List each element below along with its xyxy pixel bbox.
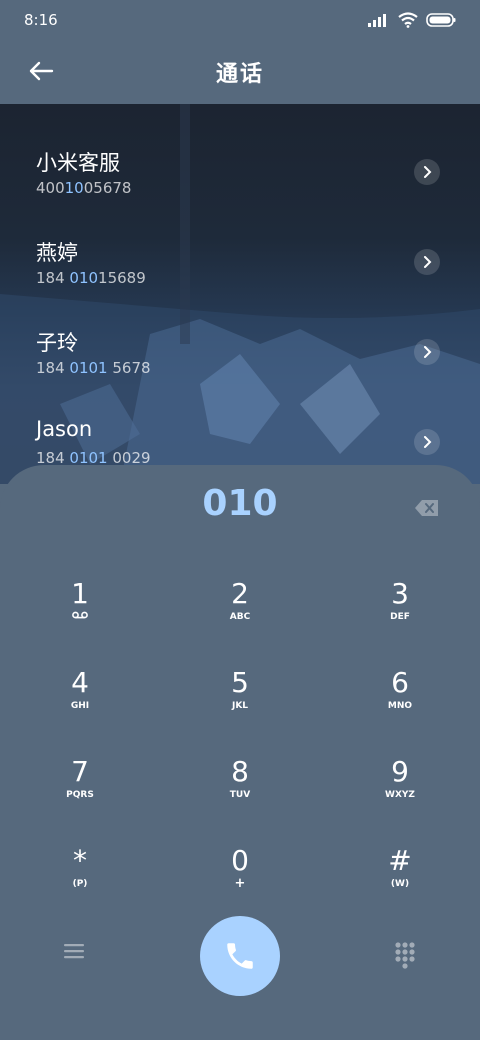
contact-detail-button[interactable] (414, 159, 440, 185)
arrow-left-icon (29, 61, 54, 81)
contact-detail-button[interactable] (414, 339, 440, 365)
chevron-right-icon (424, 256, 432, 268)
page-title: 通话 (215, 62, 264, 87)
key-hash[interactable]: # (W) (340, 832, 460, 912)
chevron-right-icon (424, 166, 432, 178)
battery-icon (426, 13, 456, 27)
dialed-number-input[interactable]: 010 (0, 483, 480, 533)
status-icons (368, 12, 456, 28)
signal-icon (368, 14, 386, 27)
contact-row[interactable]: 子玲 184 0101 5678 (0, 299, 480, 389)
key-4[interactable]: 4 GHI (20, 654, 140, 734)
key-7[interactable]: 7 PQRS (20, 743, 140, 823)
contact-name: Jason (36, 417, 93, 441)
keypad-icon (395, 942, 415, 969)
phone-icon (227, 943, 253, 969)
backspace-icon (415, 500, 438, 516)
dialpad: 010 1 2 ABC 3 DEF 4 GHI 5 JKL 6 MNO 7 PQ… (0, 465, 480, 1040)
contact-name: 小米客服 (36, 151, 120, 175)
key-0[interactable]: 0 + (180, 832, 300, 912)
key-2[interactable]: 2 ABC (180, 565, 300, 645)
key-8[interactable]: 8 TUV (180, 743, 300, 823)
contact-number: 184 01015689 (36, 269, 146, 287)
contact-row[interactable]: 燕婷 184 01015689 (0, 209, 480, 299)
call-button[interactable] (200, 916, 280, 996)
contact-results: 小米客服 4001005678 燕婷 184 01015689 子玲 184 0… (0, 104, 480, 484)
contact-detail-button[interactable] (414, 249, 440, 275)
key-1[interactable]: 1 (20, 565, 140, 645)
contact-name: 子玲 (36, 331, 78, 355)
voicemail-icon (72, 611, 88, 619)
key-star[interactable]: * (P) (20, 832, 140, 912)
key-3[interactable]: 3 DEF (340, 565, 460, 645)
chevron-right-icon (424, 436, 432, 448)
status-bar: 8:16 (0, 0, 480, 40)
backspace-button[interactable] (414, 498, 440, 518)
key-9[interactable]: 9 WXYZ (340, 743, 460, 823)
menu-icon (64, 944, 84, 959)
wifi-icon (398, 12, 418, 28)
contact-number: 4001005678 (36, 179, 132, 197)
contact-name: 燕婷 (36, 241, 78, 265)
contact-detail-button[interactable] (414, 429, 440, 455)
contact-number: 184 0101 5678 (36, 359, 151, 377)
back-button[interactable] (28, 56, 64, 86)
contact-row[interactable]: 小米客服 4001005678 (0, 119, 480, 209)
keypad-toggle-button[interactable] (394, 941, 420, 969)
key-5[interactable]: 5 JKL (180, 654, 300, 734)
key-6[interactable]: 6 MNO (340, 654, 460, 734)
app-header: 通话 (0, 40, 480, 104)
status-time: 8:16 (24, 11, 58, 29)
menu-button[interactable] (62, 941, 86, 965)
chevron-right-icon (424, 346, 432, 358)
